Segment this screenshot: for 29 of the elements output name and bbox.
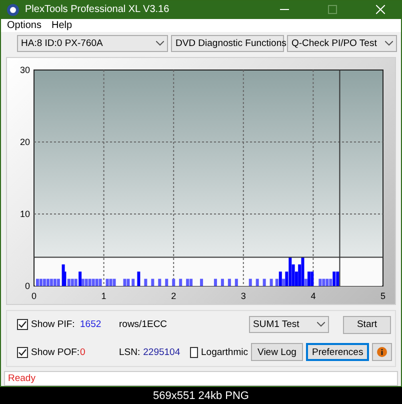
axis-label: 20 (20, 137, 30, 148)
drive-select[interactable]: HA:8 ID:0 PX-760A (17, 35, 168, 52)
lsn-label: LSN: (119, 346, 140, 358)
preferences-button[interactable]: Preferences (306, 343, 370, 362)
window-title: PlexTools Professional XL V3.16 (25, 4, 170, 16)
checkbox-label[interactable]: Show POF: (31, 346, 80, 358)
axis-label: 0 (24, 281, 30, 292)
pof-value: 0 (80, 346, 86, 358)
lsn-value: 2295104 (143, 346, 180, 358)
start-button[interactable]: Start (343, 316, 391, 334)
menu-item[interactable]: Options (7, 20, 42, 32)
axis-label: 1 (101, 291, 106, 302)
mode-select[interactable]: SUM1 Test (249, 316, 329, 334)
test-select[interactable]: Q-Check PI/PO Test (287, 35, 397, 52)
checkbox-label[interactable]: Logarthmic (201, 346, 248, 358)
pif-value: 1652 (80, 319, 102, 330)
function-select[interactable]: DVD Diagnostic Functions (171, 35, 284, 52)
axis-label: 2 (171, 291, 176, 302)
axis-label: 0 (32, 291, 36, 302)
checkbox-label[interactable]: Show PIF: (31, 319, 75, 330)
view-log-button[interactable]: View Log (251, 343, 303, 362)
unit-label: rows/1ECC (119, 319, 168, 330)
axis-label: 4 (310, 291, 316, 302)
axis-label: 3 (240, 291, 246, 302)
status-text: Ready (8, 372, 36, 384)
menu-item[interactable]: Help (51, 20, 72, 32)
axis-label: 5 (380, 291, 386, 302)
axis-label: 10 (20, 209, 30, 220)
axis-label: 30 (20, 65, 30, 76)
